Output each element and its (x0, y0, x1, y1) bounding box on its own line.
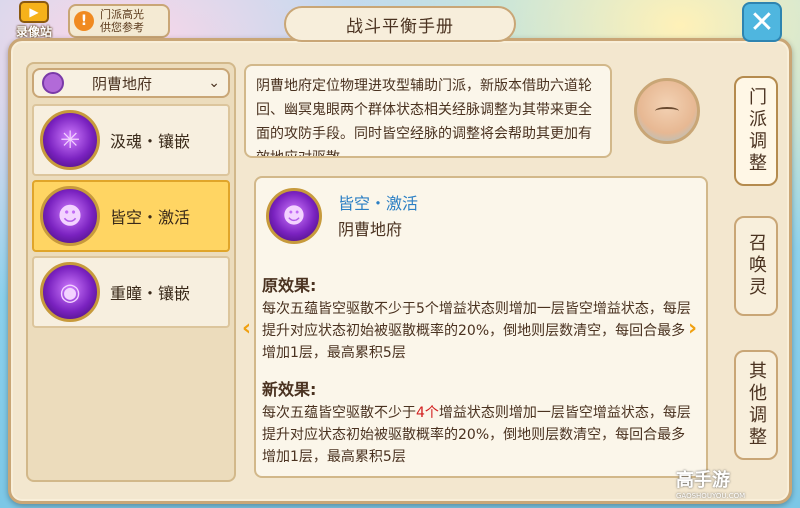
new-effect-title: 新效果: (262, 380, 317, 399)
record-station-label: 录像站 (15, 24, 52, 39)
skill-item-jihun[interactable]: ✳ 汲魂・镶嵌 (32, 104, 230, 176)
tab-summon[interactable]: 召唤灵 (734, 216, 778, 316)
npc-avatar (634, 78, 700, 144)
skill-item-jiekong[interactable]: ☻ 皆空・激活 (32, 180, 230, 252)
prev-arrow-icon[interactable]: ‹ (242, 316, 251, 341)
new-effect-highlight: 4个 (416, 405, 439, 421)
original-effect-text: 每次五蕴皆空驱散不少于5个增益状态则增加一层皆空增益状态，每层提升对应状态初始被… (262, 301, 691, 361)
info-icon: ! (74, 11, 94, 31)
eye-swirl-icon: ◉ (40, 262, 100, 322)
sect-emblem-icon (42, 72, 64, 94)
tab-sect-adjust[interactable]: 门派调整 (734, 76, 778, 186)
watermark-main: 高手游 (676, 470, 730, 491)
skill-name: 皆空・激活 (338, 194, 419, 213)
demon-mask-icon: ☻ (266, 188, 322, 244)
sect-highlight-text: 门派高光 供您参考 (100, 8, 144, 34)
new-effect-text-part1: 每次五蕴皆空驱散不少于 (262, 405, 416, 421)
watermark-sub: GAOSHOUYOU.COM (676, 492, 746, 500)
demon-mask-icon: ☻ (40, 186, 100, 246)
tab-other-adjust[interactable]: 其他调整 (734, 350, 778, 460)
close-button[interactable]: ✕ (742, 2, 782, 42)
close-icon: ✕ (749, 4, 775, 40)
sect-dropdown[interactable]: 阴曹地府 ⌄ (32, 68, 230, 98)
next-arrow-icon[interactable]: › (688, 316, 697, 341)
sect-intro-text[interactable]: 阴曹地府定位物理进攻型辅助门派，新版本借助六道轮回、幽冥鬼眼两个群体状态相关经脉… (244, 64, 612, 158)
skill-list-panel: 阴曹地府 ⌄ ✳ 汲魂・镶嵌 ☻ 皆空・激活 ◉ 重瞳・镶嵌 (26, 62, 236, 482)
video-camera-icon: ▶ (19, 0, 49, 23)
record-station-button[interactable]: ▶ 录像站 (6, 0, 62, 40)
new-effect-text: 每次五蕴皆空驱散不少于4个增益状态则增加一层皆空增益状态，每层提升对应状态初始被… (262, 402, 698, 468)
skill-item-chongtong[interactable]: ◉ 重瞳・镶嵌 (32, 256, 230, 328)
skill-sect: 阴曹地府 (338, 220, 403, 239)
spider-web-icon: ✳ (40, 110, 100, 170)
highlight-line2: 供您参考 (100, 21, 144, 34)
skill-label: 重瞳・镶嵌 (110, 284, 191, 303)
original-effect-title: 原效果: (262, 276, 317, 295)
page-title: 战斗平衡手册 (284, 6, 516, 42)
chevron-down-icon: ⌄ (208, 75, 220, 91)
sect-dropdown-value: 阴曹地府 (92, 74, 153, 93)
skill-detail-panel: ☻ 皆空・激活 阴曹地府 原效果: 每次五蕴皆空驱散不少于5个增益状态则增加一层… (254, 176, 708, 478)
skill-label: 皆空・激活 (110, 208, 191, 227)
watermark-logo: 高手游 GAOSHOUYOU.COM (676, 466, 796, 506)
sect-highlight-button[interactable]: ! 门派高光 供您参考 (68, 4, 170, 38)
highlight-line1: 门派高光 (100, 8, 144, 21)
skill-label: 汲魂・镶嵌 (110, 132, 191, 151)
